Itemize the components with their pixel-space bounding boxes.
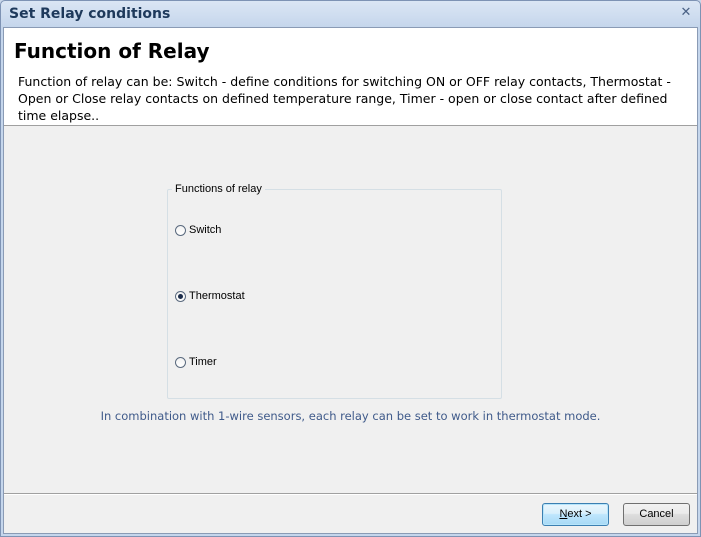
radio-label-thermostat[interactable]: Thermostat — [189, 290, 245, 302]
radio-timer[interactable]: Timer — [175, 356, 217, 368]
dialog-window: Set Relay conditions ✕ Function of Relay… — [0, 0, 701, 537]
radio-thermostat[interactable]: Thermostat — [175, 290, 245, 302]
cancel-button[interactable]: Cancel — [623, 503, 690, 526]
window-title: Set Relay conditions — [9, 6, 171, 22]
close-icon[interactable]: ✕ — [678, 5, 694, 21]
wizard-header: Function of Relay Function of relay can … — [4, 28, 697, 126]
footer-divider — [4, 493, 697, 495]
radio-label-switch[interactable]: Switch — [189, 224, 221, 236]
title-bar[interactable]: Set Relay conditions ✕ — [1, 1, 700, 27]
radio-label-timer[interactable]: Timer — [189, 356, 217, 368]
next-label: ext > — [567, 508, 592, 520]
dialog-body: Function of Relay Function of relay can … — [3, 27, 698, 534]
radio-switch[interactable]: Switch — [175, 224, 221, 236]
radio-button-icon[interactable] — [175, 356, 186, 368]
next-button[interactable]: Next > — [542, 503, 609, 526]
radio-button-checked-icon[interactable] — [175, 290, 186, 302]
functions-of-relay-group: Functions of relay Switch Thermostat Tim… — [167, 183, 502, 399]
info-text: In combination with 1-wire sensors, each… — [100, 409, 601, 423]
page-title: Function of Relay — [14, 39, 210, 63]
group-legend: Functions of relay — [172, 183, 265, 195]
page-description: Function of relay can be: Switch - defin… — [18, 74, 671, 123]
radio-button-icon[interactable] — [175, 224, 186, 236]
